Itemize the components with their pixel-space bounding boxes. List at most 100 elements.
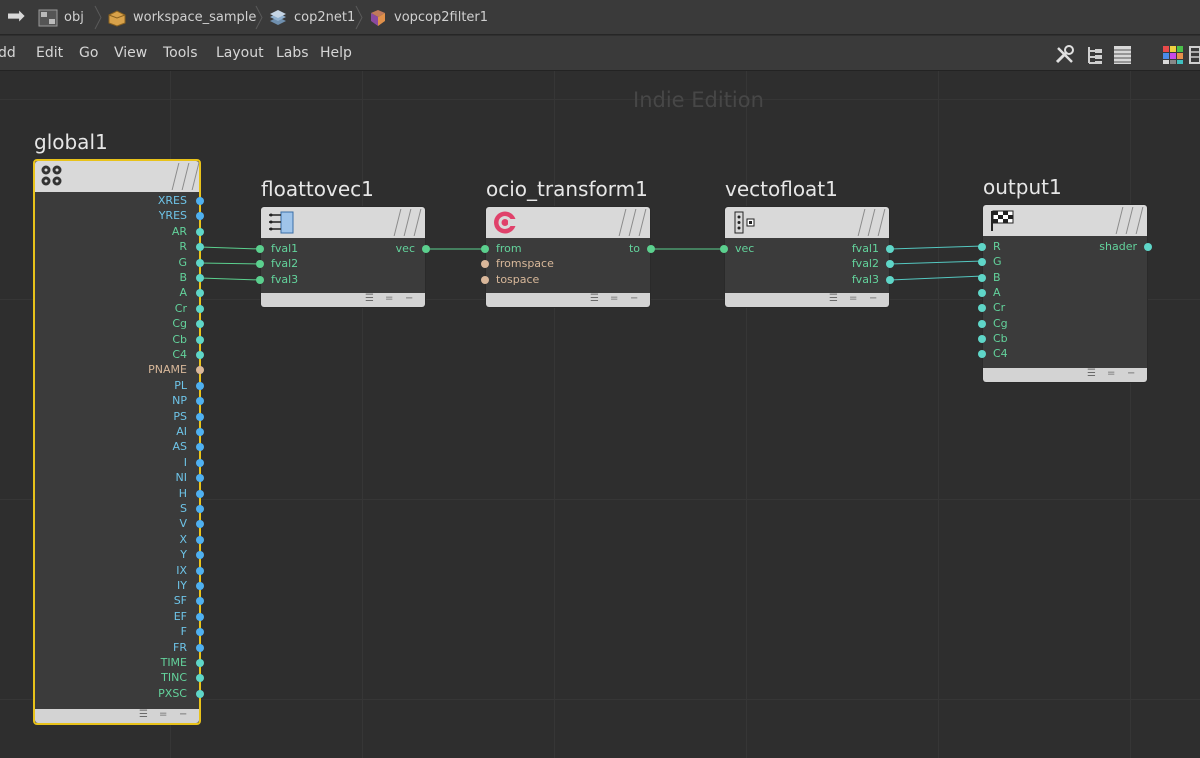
node-header[interactable] bbox=[261, 207, 425, 238]
footer-minus-glyph[interactable]: − bbox=[1127, 368, 1135, 380]
output-port-s[interactable] bbox=[196, 505, 204, 513]
footer-equals-glyph[interactable]: = bbox=[849, 293, 857, 305]
output-port-iy[interactable] bbox=[196, 582, 204, 590]
node-global1[interactable]: XRES YRES AR R G B A Cr Cg Cb C4 PNAME PL NP PS AI AS I NI… bbox=[33, 159, 204, 725]
back-arrow-icon[interactable]: ➡ bbox=[4, 5, 28, 29]
port-label-cb: Cb bbox=[993, 331, 1008, 345]
breadcrumb-item-obj[interactable]: obj bbox=[38, 4, 84, 31]
input-port-fval3[interactable] bbox=[256, 276, 264, 284]
menu-layout[interactable]: Layout bbox=[216, 45, 264, 61]
output-port-g[interactable] bbox=[196, 258, 204, 267]
node-floattovec1[interactable]: fval1 fval2 fval3 vec ☰ = − bbox=[256, 206, 430, 308]
output-port-pxsc[interactable] bbox=[196, 689, 204, 698]
port-label-ix: IX bbox=[176, 563, 187, 577]
input-port-tospace[interactable] bbox=[481, 276, 489, 284]
port-label-ar: AR bbox=[171, 224, 187, 238]
port-label-tinc: TINC bbox=[161, 671, 187, 685]
input-port-cr[interactable] bbox=[978, 304, 986, 313]
node-ocio-transform1[interactable]: from fromspace tospace to ☰ = − bbox=[481, 206, 655, 308]
breadcrumb-label: workspace_sample bbox=[133, 10, 257, 25]
tools-wrench-icon[interactable] bbox=[1054, 45, 1076, 65]
footer-minus-glyph[interactable]: − bbox=[179, 709, 187, 721]
node-title-output1: output1 bbox=[983, 175, 1062, 199]
vectofloat-icon bbox=[734, 211, 755, 234]
menu-tools[interactable]: Tools bbox=[163, 45, 198, 61]
port-label-shader: shader bbox=[1099, 240, 1137, 253]
node-header[interactable] bbox=[486, 207, 650, 238]
input-port-c4[interactable] bbox=[978, 350, 986, 359]
color-palette-icon[interactable] bbox=[1162, 45, 1184, 65]
output-port-x[interactable] bbox=[196, 535, 204, 544]
output-port-h[interactable] bbox=[196, 489, 204, 498]
input-port-b[interactable] bbox=[978, 273, 986, 282]
footer-menu-glyph[interactable]: ☰ bbox=[139, 709, 148, 721]
output-port-xres[interactable] bbox=[196, 197, 204, 205]
menu-help[interactable]: Help bbox=[320, 45, 352, 61]
output-port-shader[interactable] bbox=[1144, 243, 1152, 251]
breadcrumb-item-vopcop2filter1[interactable]: vopcop2filter1 bbox=[368, 4, 488, 31]
tree-view-icon[interactable] bbox=[1084, 45, 1106, 65]
output-port-cb[interactable] bbox=[196, 335, 204, 344]
input-port-cg[interactable] bbox=[978, 319, 986, 328]
port-label-fval2: fval2 bbox=[271, 257, 299, 270]
port-label-a: A bbox=[179, 286, 187, 300]
footer-menu-glyph[interactable]: ☰ bbox=[590, 293, 599, 305]
menu-add[interactable]: dd bbox=[0, 45, 16, 61]
menu-view[interactable]: View bbox=[114, 45, 147, 61]
output-port-c4[interactable] bbox=[196, 351, 204, 359]
node-header[interactable] bbox=[983, 205, 1147, 236]
output-port-i[interactable] bbox=[196, 458, 204, 467]
output-port-time[interactable] bbox=[196, 659, 204, 667]
footer-menu-glyph[interactable]: ☰ bbox=[365, 293, 374, 305]
footer-menu-glyph[interactable]: ☰ bbox=[1087, 368, 1096, 380]
node-output1[interactable]: R G B A Cr Cg Cb C4 shader ☰ = − bbox=[978, 204, 1152, 383]
shape-palette-icon[interactable] bbox=[1188, 45, 1200, 65]
input-port-fval1[interactable] bbox=[256, 245, 264, 253]
output-port-fr[interactable] bbox=[196, 643, 204, 652]
output-port-ai[interactable] bbox=[196, 428, 204, 436]
footer-equals-glyph[interactable]: = bbox=[1107, 368, 1115, 380]
breadcrumb-item-workspace[interactable]: workspace_sample bbox=[107, 4, 256, 31]
node-header[interactable] bbox=[35, 161, 200, 192]
breadcrumb-item-cop2net1[interactable]: cop2net1 bbox=[268, 4, 355, 31]
input-port-cb[interactable] bbox=[978, 334, 986, 343]
port-label-vec: vec bbox=[735, 242, 755, 255]
menu-edit[interactable]: Edit bbox=[36, 45, 63, 61]
output-port-fval3[interactable] bbox=[886, 276, 894, 284]
output-port-cr[interactable] bbox=[196, 304, 204, 313]
output-port-vec[interactable] bbox=[422, 245, 430, 253]
input-port-g[interactable] bbox=[978, 258, 986, 267]
output-port-b[interactable] bbox=[196, 274, 204, 282]
port-label-tospace: tospace bbox=[496, 273, 540, 286]
footer-minus-glyph[interactable]: − bbox=[405, 293, 413, 305]
node-vectofloat1[interactable]: vec fval1 fval2 fval3 ☰ = − bbox=[720, 206, 894, 308]
port-label-f: F bbox=[180, 625, 187, 639]
footer-equals-glyph[interactable]: = bbox=[610, 293, 618, 305]
input-port-fromspace[interactable] bbox=[481, 260, 489, 268]
node-footer: ☰ = − bbox=[35, 709, 199, 723]
output-port-pl[interactable] bbox=[196, 381, 204, 390]
footer-minus-glyph[interactable]: − bbox=[869, 293, 877, 305]
footer-menu-glyph[interactable]: ☰ bbox=[829, 293, 838, 305]
list-view-icon[interactable] bbox=[1112, 45, 1134, 65]
input-port-fval2[interactable] bbox=[256, 260, 264, 268]
footer-equals-glyph[interactable]: = bbox=[159, 709, 167, 721]
input-port-r[interactable] bbox=[978, 243, 986, 251]
footer-minus-glyph[interactable]: − bbox=[630, 293, 638, 305]
output-port-ix[interactable] bbox=[196, 566, 204, 575]
input-port-vec[interactable] bbox=[720, 245, 728, 253]
breadcrumb-label: vopcop2filter1 bbox=[394, 10, 489, 25]
port-label-from: from bbox=[496, 242, 522, 255]
output-port-ar[interactable] bbox=[196, 227, 204, 236]
footer-equals-glyph[interactable]: = bbox=[385, 293, 393, 305]
output-port-ef[interactable] bbox=[196, 612, 204, 621]
output-port-fval2[interactable] bbox=[886, 260, 894, 268]
output-port-to[interactable] bbox=[647, 245, 655, 253]
input-port-a[interactable] bbox=[978, 288, 986, 297]
menu-go[interactable]: Go bbox=[79, 45, 98, 61]
output-port-ps[interactable] bbox=[196, 412, 204, 421]
output-port-fval1[interactable] bbox=[886, 245, 894, 253]
node-header[interactable] bbox=[725, 207, 889, 238]
input-port-from[interactable] bbox=[481, 245, 489, 253]
menu-labs[interactable]: Labs bbox=[276, 45, 309, 61]
